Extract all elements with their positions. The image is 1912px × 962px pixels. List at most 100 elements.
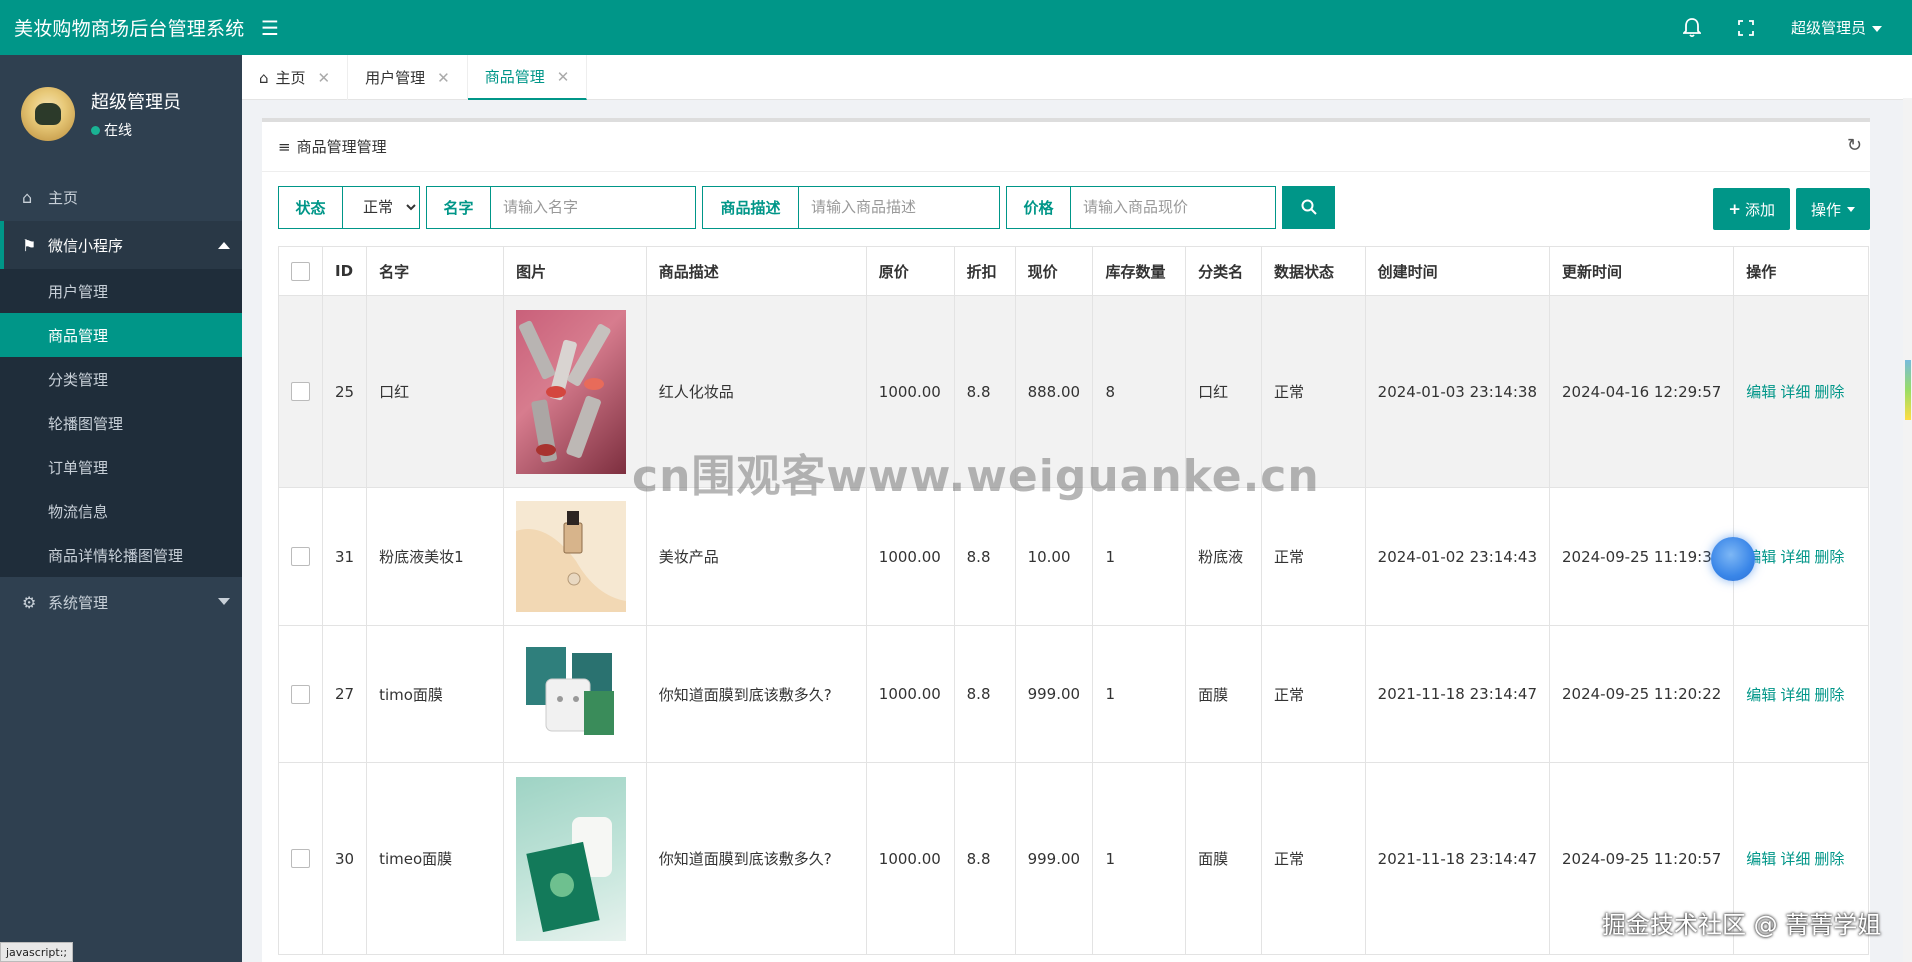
cell-ops: 编辑 详细 删除 — [1733, 625, 1869, 763]
plus-icon: + — [1728, 200, 1741, 218]
cell-state: 正常 — [1261, 762, 1366, 955]
delete-link[interactable]: 删除 — [1814, 850, 1844, 868]
close-icon[interactable]: ✕ — [437, 69, 450, 87]
cell-name: 粉底液美妆1 — [366, 487, 505, 626]
cell-image — [503, 762, 647, 955]
product-image[interactable] — [516, 638, 627, 750]
row-checkbox[interactable] — [291, 684, 310, 704]
cell-desc: 美妆产品 — [645, 487, 867, 626]
column-header[interactable]: 分类名 — [1185, 246, 1263, 296]
name-filter-label: 名字 — [427, 186, 491, 228]
column-header[interactable]: 名字 — [366, 246, 505, 296]
search-button[interactable] — [1282, 185, 1335, 229]
cell-state: 正常 — [1261, 625, 1366, 763]
cell-discount: 8.8 — [953, 762, 1016, 955]
column-header[interactable]: 数据状态 — [1261, 246, 1366, 296]
price-input[interactable] — [1071, 186, 1275, 228]
tab-label: 用户管理 — [365, 69, 426, 87]
column-header[interactable]: 创建时间 — [1364, 246, 1550, 296]
sidebar-item-categories[interactable]: 分类管理 — [0, 357, 242, 401]
column-header: 操作 — [1733, 246, 1869, 296]
product-image[interactable] — [516, 309, 627, 474]
edit-link[interactable]: 编辑 — [1746, 383, 1776, 401]
list-icon: ≡ — [278, 137, 291, 156]
sidebar-item-users[interactable]: 用户管理 — [0, 269, 242, 313]
menu-toggle-icon[interactable]: ☰ — [242, 0, 298, 55]
column-header[interactable]: 更新时间 — [1548, 246, 1735, 296]
sidebar-item-orders[interactable]: 订单管理 — [0, 445, 242, 489]
edit-link[interactable]: 编辑 — [1746, 850, 1776, 868]
chevron-down-icon — [1872, 25, 1882, 32]
column-header[interactable]: 商品描述 — [645, 246, 867, 296]
refresh-icon[interactable]: ↻ — [1847, 135, 1862, 156]
column-header[interactable]: 库存数量 — [1092, 246, 1187, 296]
sidebar-group-label: 微信小程序 — [48, 236, 124, 255]
sidebar-group-miniprogram[interactable]: ⚑ 微信小程序 — [0, 221, 242, 269]
tab-users[interactable]: 用户管理 ✕ — [348, 55, 468, 100]
detail-link[interactable]: 详细 — [1780, 686, 1810, 704]
sidebar-item-product-detail-carousel[interactable]: 商品详情轮播图管理 — [0, 533, 242, 577]
desc-input[interactable] — [799, 186, 999, 228]
cell-desc: 你知道面膜到底该敷多久? — [645, 762, 867, 955]
fullscreen-icon[interactable] — [1719, 0, 1773, 55]
delete-link[interactable]: 删除 — [1814, 686, 1844, 704]
add-button[interactable]: + 添加 — [1713, 188, 1790, 230]
sidebar-item-logistics[interactable]: 物流信息 — [0, 489, 242, 533]
cell-state: 正常 — [1261, 487, 1366, 626]
close-icon[interactable]: ✕ — [318, 69, 331, 87]
edit-link[interactable]: 编辑 — [1746, 686, 1776, 704]
table-row[interactable]: 27 timo面膜 你知道面膜到底该敷多久? 1000.00 8.8 999.0… — [278, 625, 1869, 763]
name-input[interactable] — [491, 186, 695, 228]
bell-icon[interactable] — [1665, 0, 1719, 55]
close-icon[interactable]: ✕ — [557, 68, 570, 86]
row-select-cell — [278, 487, 323, 626]
product-image[interactable] — [516, 776, 627, 941]
cell-price: 999.00 — [1014, 625, 1094, 763]
cell-id: 27 — [321, 625, 368, 763]
sidebar-group-system[interactable]: ⚙ 系统管理 — [0, 577, 242, 627]
ops-dropdown-button[interactable]: 操作 — [1795, 188, 1870, 230]
profile-status: 在线 — [91, 120, 181, 140]
column-header[interactable]: 折扣 — [953, 246, 1016, 296]
sidebar-item-home[interactable]: ⌂ 主页 — [0, 173, 242, 221]
tab-home[interactable]: ⌂ 主页 ✕ — [242, 55, 349, 100]
browser-status-bar: javascript:; — [0, 942, 74, 962]
floating-assistant-button[interactable] — [1711, 537, 1755, 581]
select-all-checkbox[interactable] — [291, 261, 310, 281]
product-image[interactable] — [516, 501, 627, 612]
detail-link[interactable]: 详细 — [1780, 548, 1810, 566]
detail-link[interactable]: 详细 — [1780, 383, 1810, 401]
scrollbar-thumb[interactable] — [1905, 360, 1911, 420]
row-checkbox[interactable] — [291, 382, 310, 401]
detail-link[interactable]: 详细 — [1780, 850, 1810, 868]
row-checkbox[interactable] — [291, 849, 310, 868]
ops-button-label: 操作 — [1810, 200, 1841, 219]
cell-name: timeo面膜 — [366, 762, 505, 955]
desc-filter-label: 商品描述 — [703, 186, 799, 228]
column-header[interactable]: 原价 — [865, 246, 955, 296]
profile-status-label: 在线 — [104, 123, 132, 139]
status-select[interactable]: 正常 — [343, 186, 419, 228]
cell-updated: 2024-04-16 12:29:57 — [1548, 295, 1735, 488]
tab-label: 商品管理 — [484, 68, 545, 86]
row-select-cell — [278, 295, 323, 488]
table-row[interactable]: 31 粉底液美妆1 美妆产品 1000.00 8.8 10.00 1 粉底液 正… — [278, 487, 1869, 626]
cell-price: 10.00 — [1014, 487, 1094, 626]
chevron-down-icon — [1847, 206, 1855, 212]
app-title: 美妆购物商场后台管理系统 — [14, 18, 245, 40]
sidebar-item-carousel[interactable]: 轮播图管理 — [0, 401, 242, 445]
user-menu[interactable]: 超级管理员 — [1773, 17, 1912, 38]
page-scrollbar[interactable] — [1903, 98, 1912, 962]
column-header[interactable]: ID — [321, 246, 368, 296]
delete-link[interactable]: 删除 — [1814, 548, 1844, 566]
cell-discount: 8.8 — [953, 487, 1016, 626]
filter-bar: 状态 正常 名字 商品描述 价格 +添加 操作 — [262, 172, 1870, 242]
delete-link[interactable]: 删除 — [1814, 383, 1844, 401]
tab-products[interactable]: 商品管理 ✕ — [467, 55, 588, 100]
sidebar: 超级管理员 在线 ⌂ 主页 ⚑ 微信小程序 用户管理 商品管理 分类管理 轮播图管理… — [0, 55, 242, 962]
column-header[interactable]: 现价 — [1014, 246, 1094, 296]
status-filter-label: 状态 — [279, 186, 343, 228]
cell-updated: 2024-09-25 11:20:22 — [1548, 625, 1735, 763]
row-checkbox[interactable] — [291, 547, 310, 566]
sidebar-item-products[interactable]: 商品管理 — [0, 313, 242, 357]
